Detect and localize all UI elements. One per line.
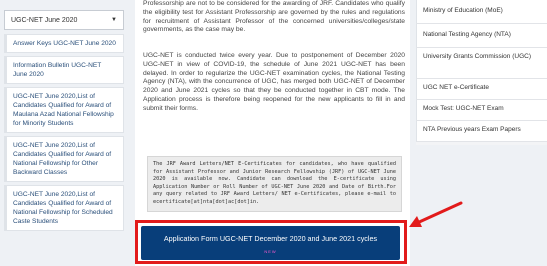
- sidebar-item-answer-keys[interactable]: Answer Keys UGC-NET June 2020: [4, 34, 124, 53]
- sidebar-links: Answer Keys UGC-NET June 2020 Informatio…: [4, 34, 124, 234]
- application-form-button[interactable]: Application Form UGC-NET December 2020 a…: [141, 226, 400, 260]
- related-links-panel: Ministry of Education (MoE) National Tes…: [416, 0, 547, 145]
- new-badge: NEW: [264, 249, 277, 254]
- jrf-notice-box: The JRF Award Letters/NET E-Certificates…: [147, 156, 402, 212]
- eligibility-paragraph: Professorship are not to be considered f…: [143, 0, 405, 34]
- link-ugc-net-e-certificate[interactable]: UGC NET e-Certificate: [416, 79, 547, 100]
- main-content: Professorship are not to be considered f…: [135, 0, 410, 266]
- link-previous-papers[interactable]: NTA Previous years Exam Papers: [416, 121, 547, 142]
- link-mock-test[interactable]: Mock Test: UGC-NET Exam: [416, 100, 547, 121]
- sidebar-item-maulana-azad-fellowship[interactable]: UGC-NET June 2020,List of Candidates Qua…: [4, 87, 124, 133]
- sidebar-item-obc-fellowship[interactable]: UGC-NET June 2020,List of Candidates Qua…: [4, 136, 124, 182]
- sidebar-item-sc-fellowship[interactable]: UGC-NET June 2020,List of Candidates Qua…: [4, 185, 124, 231]
- year-dropdown[interactable]: UGC-NET June 2020 ▼: [4, 10, 124, 30]
- link-nta[interactable]: National Testing Agency (NTA): [416, 24, 547, 48]
- link-ministry-of-education[interactable]: Ministry of Education (MoE): [416, 0, 547, 24]
- schedule-paragraph: UGC-NET is conducted twice every year. D…: [143, 52, 405, 112]
- related-links-list: Ministry of Education (MoE) National Tes…: [416, 0, 547, 142]
- pointer-arrow-icon: [409, 201, 463, 227]
- application-form-label: Application Form UGC-NET December 2020 a…: [163, 234, 378, 243]
- dropdown-label: UGC-NET June 2020: [11, 16, 78, 24]
- sidebar: UGC-NET June 2020 ▼ Answer Keys UGC-NET …: [0, 0, 130, 266]
- sidebar-item-information-bulletin[interactable]: Information Bulletin UGC-NET June 2020: [4, 56, 124, 84]
- link-ugc[interactable]: University Grants Commission (UGC): [416, 48, 547, 79]
- chevron-down-icon: ▼: [111, 17, 117, 23]
